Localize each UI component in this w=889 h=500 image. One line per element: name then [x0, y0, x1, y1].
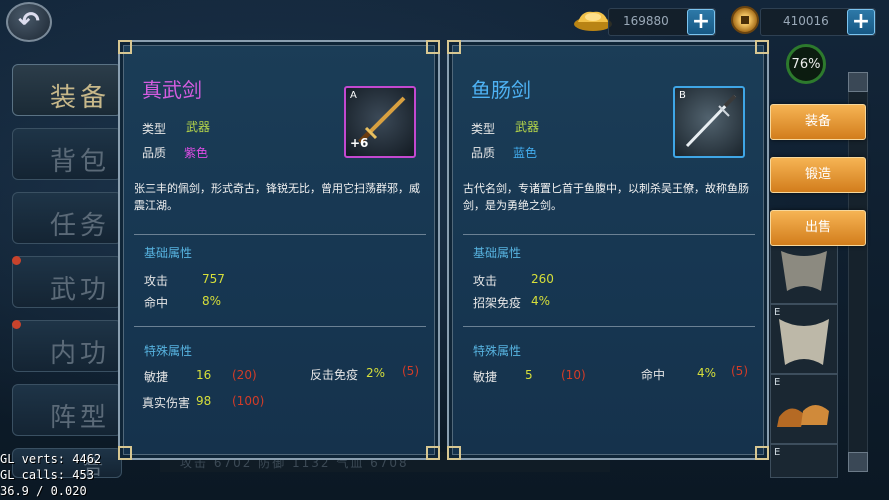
item-icon-box: B — [673, 86, 745, 158]
base-attributes-title: 基础属性 — [144, 246, 193, 260]
completion-circle: 76% — [786, 44, 826, 84]
forge-button[interactable]: 锻造 — [770, 157, 866, 193]
stat-max: (5) — [402, 364, 419, 378]
base-attributes-title: 基础属性 — [473, 246, 522, 260]
tab-label: 装备 — [50, 83, 111, 113]
stat-max: (10) — [561, 368, 586, 382]
item-detail-card-right: 鱼肠剑 B 类型 武器 品质 蓝色 古代名剑，专诸置匕首于鱼腹中，以刺杀吴王僚，… — [447, 40, 769, 460]
stat-value: 4% — [531, 294, 551, 308]
add-coins-button[interactable]: + — [847, 9, 875, 35]
frame-corner — [118, 40, 132, 54]
stat-value: 16 — [196, 368, 212, 382]
frame-corner — [755, 40, 769, 54]
tab-backpack[interactable]: 背包 — [12, 128, 122, 180]
sword-icon — [685, 94, 737, 148]
type-value: 武器 — [186, 120, 211, 134]
inventory-slot[interactable]: E — [770, 304, 838, 374]
tab-label: 武功 — [50, 275, 111, 305]
sell-button[interactable]: 出售 — [770, 210, 866, 246]
boots-icon — [777, 405, 829, 427]
tab-martial-arts[interactable]: 武功 — [12, 256, 122, 308]
item-name: 真武剑 — [142, 78, 202, 102]
stat-label: 敏捷 — [473, 370, 498, 384]
notification-dot — [12, 320, 21, 329]
scarf-icon — [779, 319, 829, 365]
frame-corner — [118, 446, 132, 460]
special-attributes-title: 特殊属性 — [473, 344, 522, 358]
frame-corner — [755, 446, 769, 460]
frame-corner — [447, 446, 461, 460]
tab-quests[interactable]: 任务 — [12, 192, 122, 244]
item-name: 鱼肠剑 — [471, 78, 531, 102]
tab-label: 阵型 — [50, 403, 111, 433]
item-detail-card-left: 真武剑 A +6 类型 武器 品质 紫色 张三丰的佩剑，形式奇古，锋锐无比，曾用… — [118, 40, 440, 460]
inventory-slot[interactable]: E — [770, 444, 838, 478]
tab-label: 背包 — [50, 147, 111, 177]
inventory-slot[interactable]: E — [770, 374, 838, 444]
tab-equipment[interactable]: 装备 — [12, 64, 122, 116]
stat-label: 招架免疫 — [473, 296, 522, 310]
stat-label: 命中 — [144, 296, 169, 310]
item-description: 古代名剑，专诸置匕首于鱼腹中，以刺杀吴王僚，故称鱼肠剑，是为勇绝之剑。 — [463, 182, 749, 212]
frame-corner — [426, 40, 440, 54]
divider — [463, 234, 755, 235]
scroll-down-icon[interactable] — [848, 452, 868, 472]
type-label: 类型 — [142, 122, 167, 136]
slot-grade: E — [774, 447, 781, 458]
copper-coin-icon — [731, 6, 759, 34]
quality-label: 品质 — [142, 146, 167, 160]
frame-corner — [426, 446, 440, 460]
tab-inner-skills[interactable]: 内功 — [12, 320, 122, 372]
scarf-icon — [781, 251, 827, 291]
divider — [134, 326, 426, 327]
special-attributes-title: 特殊属性 — [144, 344, 193, 358]
stat-max: (20) — [232, 368, 257, 382]
debug-calls: GL calls: 453 — [0, 468, 94, 482]
stat-max: (5) — [731, 364, 748, 378]
debug-fps: 36.9 / 0.020 — [0, 484, 87, 498]
stat-label: 真实伤害 — [142, 396, 191, 410]
tab-label: 任务 — [50, 211, 111, 241]
ingot-amount: 169880 — [623, 14, 669, 28]
back-button[interactable]: ↶ — [6, 2, 52, 42]
tab-label: 内功 — [50, 339, 111, 369]
enhance-level: +6 — [350, 136, 369, 150]
stat-value: 5 — [525, 368, 533, 382]
stat-value: 8% — [202, 294, 222, 308]
stat-value: 98 — [196, 394, 212, 408]
stat-label: 敏捷 — [144, 370, 169, 384]
divider — [463, 326, 755, 327]
stat-max: (100) — [232, 394, 265, 408]
stat-value: 2% — [366, 366, 386, 380]
divider — [134, 234, 426, 235]
quality-label: 品质 — [471, 146, 496, 160]
stat-label: 反击免疫 — [310, 368, 359, 382]
stat-label: 攻击 — [144, 274, 169, 288]
stat-label: 攻击 — [473, 274, 498, 288]
scroll-up-icon[interactable] — [848, 72, 868, 92]
debug-verts: GL verts: 4462 — [0, 452, 102, 466]
stat-value: 4% — [697, 366, 717, 380]
notification-dot — [12, 256, 21, 265]
stat-value: 260 — [531, 272, 554, 286]
item-icon-box: A +6 — [344, 86, 416, 158]
tab-formation[interactable]: 阵型 — [12, 384, 122, 436]
stat-label: 命中 — [641, 368, 666, 382]
item-description: 张三丰的佩剑，形式奇古，锋锐无比，曾用它扫荡群邪，威震江湖。 — [134, 182, 420, 212]
type-value: 武器 — [515, 120, 540, 134]
completion-percent: 76% — [791, 56, 821, 72]
stat-value: 757 — [202, 272, 225, 286]
add-ingots-button[interactable]: + — [687, 9, 715, 35]
frame-corner — [447, 40, 461, 54]
equip-button[interactable]: 装备 — [770, 104, 866, 140]
ingot-counter: 169880 + — [608, 8, 716, 36]
quality-value: 紫色 — [184, 146, 209, 160]
coin-counter: 410016 + — [760, 8, 876, 36]
quality-value: 蓝色 — [513, 146, 538, 160]
coin-amount: 410016 — [783, 14, 829, 28]
back-arrow-icon: ↶ — [18, 7, 40, 37]
type-label: 类型 — [471, 122, 496, 136]
